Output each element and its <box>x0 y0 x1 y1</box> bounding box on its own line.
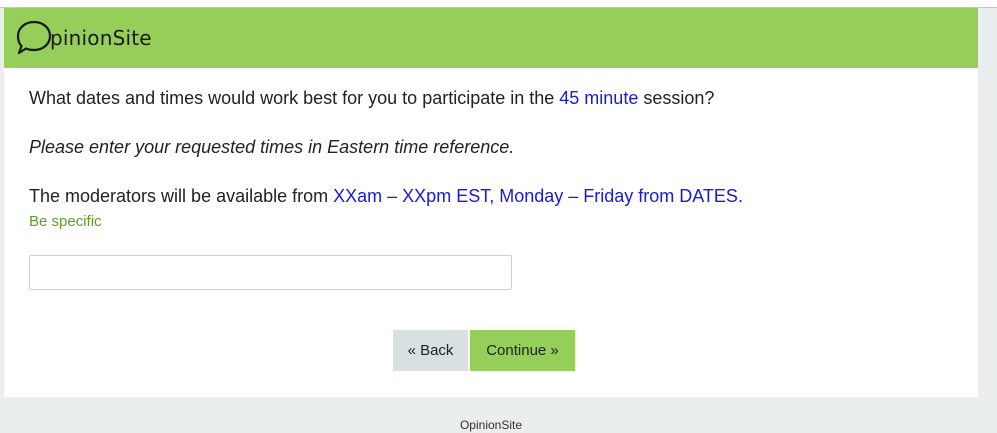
availability-prefix: The moderators will be available from <box>29 186 334 206</box>
hint-text: Be specific <box>29 213 102 230</box>
top-border <box>0 0 997 8</box>
answer-input[interactable] <box>29 255 512 290</box>
survey-card: pinionSite What dates and times would wo… <box>4 8 978 397</box>
speech-bubble-icon <box>16 20 52 55</box>
continue-button[interactable]: Continue » <box>470 330 575 371</box>
site-logo[interactable]: pinionSite <box>14 16 152 60</box>
question-suffix: session? <box>638 88 715 108</box>
availability-text: The moderators will be available from XX… <box>29 186 743 207</box>
question-text: What dates and times would work best for… <box>29 88 714 109</box>
question-prefix: What dates and times would work best for… <box>29 88 560 108</box>
logo-text: pinionSite <box>50 26 152 50</box>
availability-highlight: XXam – XXpm EST, Monday – Friday from DA… <box>333 186 743 206</box>
timezone-instruction: Please enter your requested times in Eas… <box>29 137 515 157</box>
session-length-highlight: 45 minute <box>559 88 639 108</box>
footer-brand: OpinionSite <box>459 418 523 432</box>
back-button[interactable]: « Back <box>393 330 468 371</box>
site-header: pinionSite <box>4 8 978 68</box>
